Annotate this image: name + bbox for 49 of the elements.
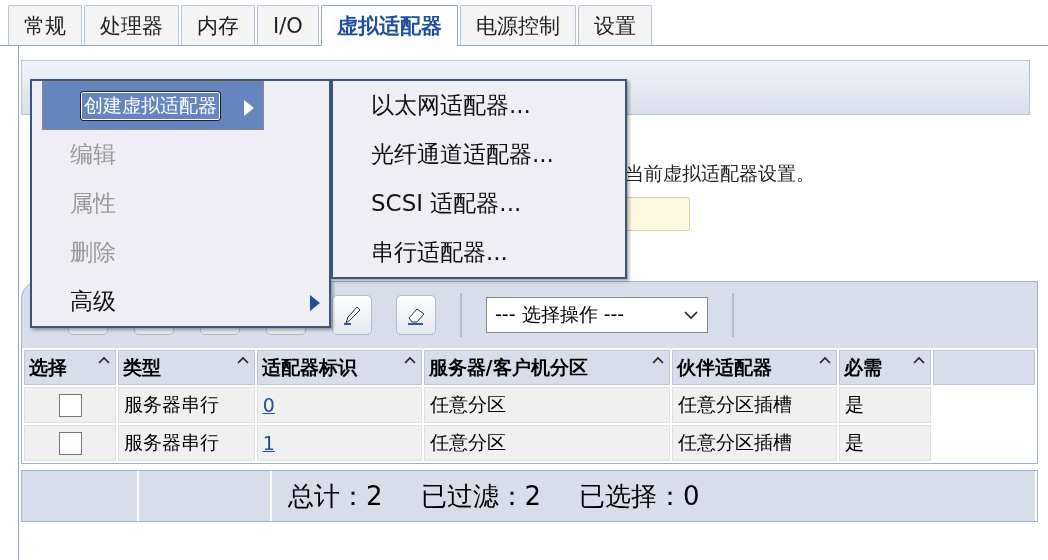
submenu-arrow-icon	[243, 99, 255, 117]
table-cell: 服务器串行	[118, 387, 255, 423]
description-text: 当前虚拟适配器设置。	[625, 161, 815, 185]
tab[interactable]: 电源控制	[459, 5, 576, 45]
sort-icon[interactable]	[402, 354, 417, 365]
menu-item[interactable]: 高级	[32, 277, 329, 326]
input-field[interactable]	[624, 197, 690, 231]
table-cell: 任意分区	[423, 425, 671, 461]
menu-item[interactable]: 以太网适配器...	[333, 81, 625, 130]
table-cell: 服务器串行	[118, 425, 255, 461]
toolbar-button[interactable]	[332, 295, 372, 335]
count-text: 已选择：0	[579, 479, 700, 513]
column-header[interactable]: 类型	[118, 350, 255, 385]
tab[interactable]: 设置	[577, 5, 652, 45]
sort-icon[interactable]	[912, 354, 926, 365]
tab[interactable]: 处理器	[84, 5, 179, 45]
sort-icon[interactable]	[817, 354, 832, 365]
pencil-icon	[341, 304, 363, 326]
checkbox[interactable]	[58, 432, 82, 455]
sort-icon[interactable]	[235, 354, 250, 365]
count-text: 总计：2	[288, 479, 383, 513]
column-header[interactable]: 服务器/客户机分区	[423, 350, 671, 385]
tab[interactable]: 虚拟适配器	[320, 5, 458, 46]
menu-item[interactable]: 串行适配器...	[333, 228, 625, 277]
table-cell: 是	[838, 387, 931, 423]
column-header[interactable]: 必需	[838, 350, 931, 385]
table-cell: 任意分区插槽	[672, 425, 837, 461]
tab[interactable]: 内存	[181, 5, 255, 45]
count-text: 已过滤：2	[420, 479, 542, 513]
tab[interactable]: 常规	[8, 5, 82, 45]
column-header[interactable]: 适配器标识	[256, 350, 422, 385]
menu-item[interactable]: 光纤通道适配器...	[333, 130, 625, 179]
submenu-arrow-icon	[309, 294, 321, 312]
table-cell: 任意分区插槽	[672, 387, 837, 423]
column-header[interactable]: 选择	[24, 350, 116, 385]
tab[interactable]: I/O	[257, 5, 319, 45]
table-cell: 是	[838, 425, 931, 461]
menu-item[interactable]: SCSI 适配器...	[333, 179, 625, 228]
column-header[interactable]: 伙伴适配器	[672, 350, 837, 385]
action-dropdown[interactable]: --- 选择操作 ---	[486, 297, 708, 333]
sort-icon[interactable]	[97, 354, 111, 365]
adapter-link[interactable]: 1	[262, 432, 275, 454]
table-cell: 任意分区	[423, 387, 671, 423]
chevron-down-icon	[683, 310, 699, 320]
checkbox[interactable]	[58, 394, 82, 417]
menu-item[interactable]: 创建虚拟适配器	[42, 81, 264, 130]
toolbar-button[interactable]	[396, 295, 436, 335]
sort-icon[interactable]	[651, 354, 666, 365]
adapter-link[interactable]: 0	[262, 394, 275, 416]
